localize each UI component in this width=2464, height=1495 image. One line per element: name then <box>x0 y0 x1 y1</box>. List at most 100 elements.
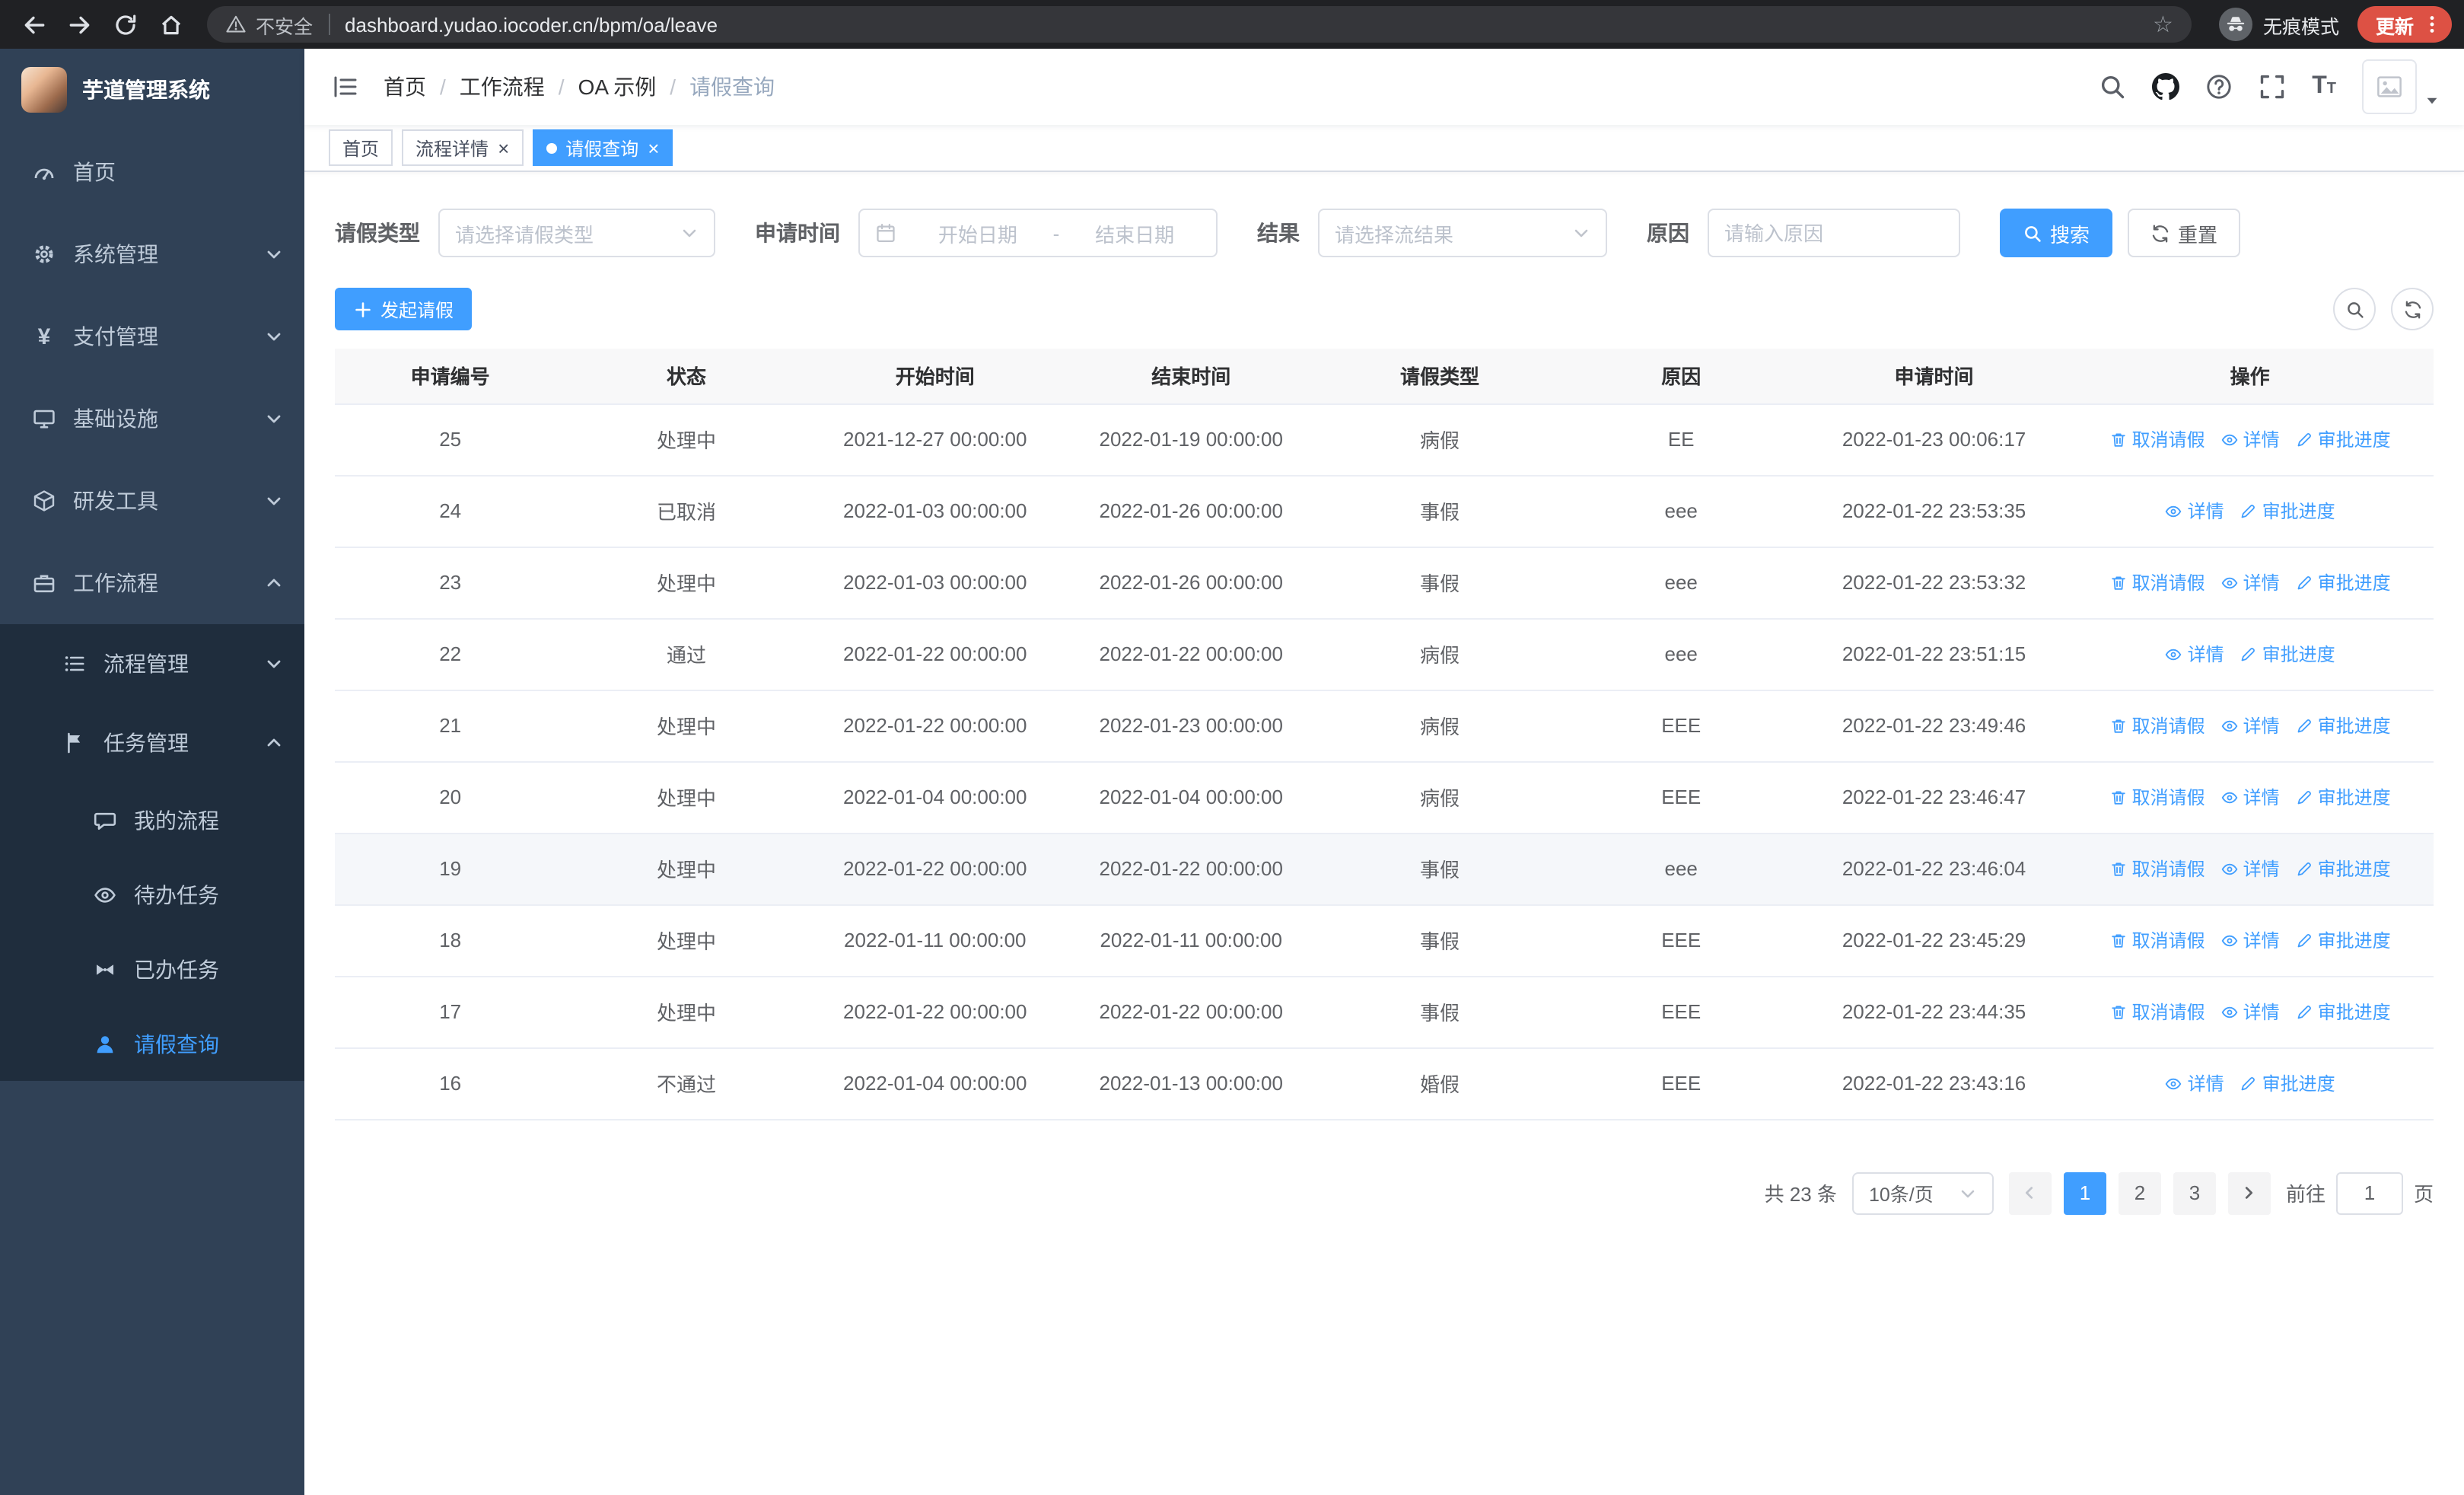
close-tab-icon[interactable]: × <box>498 138 509 158</box>
page-button-3[interactable]: 3 <box>2173 1171 2216 1214</box>
sidebar-item-todo-tasks[interactable]: 待办任务 <box>0 857 304 932</box>
sidebar-item-process-management[interactable]: 流程管理 <box>0 624 304 703</box>
cell-start-time: 2022-01-03 00:00:00 <box>807 547 1063 619</box>
next-page-button[interactable] <box>2227 1171 2271 1214</box>
chevron-down-icon <box>1572 224 1590 242</box>
update-button[interactable]: 更新 <box>2357 6 2452 43</box>
end-date-placeholder[interactable]: 结束日期 <box>1068 218 1201 247</box>
cell-apply-time: 2022-01-22 23:53:35 <box>1801 475 2067 547</box>
detail-label: 详情 <box>2243 572 2280 594</box>
approval-progress-link[interactable]: 审批进度 <box>2295 927 2391 953</box>
collapse-sidebar-icon[interactable] <box>329 70 362 104</box>
fullscreen-icon[interactable] <box>2259 73 2286 100</box>
cell-leave-type: 事假 <box>1319 904 1561 977</box>
refresh-table-button[interactable] <box>2391 288 2434 330</box>
detail-link[interactable]: 详情 <box>2220 426 2280 452</box>
sidebar-item-task-management[interactable]: 任务管理 <box>0 703 304 783</box>
bookmark-star-icon[interactable]: ☆ <box>2144 11 2182 38</box>
tab-home[interactable]: 首页 <box>329 129 393 166</box>
page-button-1[interactable]: 1 <box>2063 1171 2106 1214</box>
cancel-leave-link[interactable]: 取消请假 <box>2109 569 2205 595</box>
reason-input[interactable] <box>1724 222 1944 244</box>
detail-link[interactable]: 详情 <box>2220 856 2280 881</box>
search-icon[interactable] <box>2099 73 2126 100</box>
page-size-select[interactable]: 10条/页 <box>1851 1171 1994 1214</box>
detail-link[interactable]: 详情 <box>2165 498 2224 524</box>
approval-progress-link[interactable]: 审批进度 <box>2295 426 2391 452</box>
detail-link[interactable]: 详情 <box>2165 1070 2224 1096</box>
approval-progress-link[interactable]: 审批进度 <box>2240 498 2335 524</box>
cancel-leave-link[interactable]: 取消请假 <box>2109 927 2205 953</box>
prev-page-button[interactable] <box>2008 1171 2052 1214</box>
chevron-right-icon <box>2246 1187 2253 1199</box>
main-area: 首页 / 工作流程 / OA 示例 / 请假查询 TT 首页 流程详情 × 请假… <box>304 49 2464 1495</box>
cell-start-time: 2022-01-22 00:00:00 <box>807 833 1063 905</box>
avatar[interactable] <box>2362 59 2417 114</box>
approval-progress-link[interactable]: 审批进度 <box>2240 641 2335 667</box>
forward-button[interactable] <box>58 3 100 46</box>
result-select[interactable]: 请选择流结果 <box>1318 209 1607 257</box>
sidebar-item-my-process[interactable]: 我的流程 <box>0 783 304 857</box>
sidebar-menu: 首页 系统管理 ¥ 支付管理 基础设施 研发工具 工作流程 流程管理 任务管理 … <box>0 131 304 1081</box>
approval-progress-label: 审批进度 <box>2317 429 2391 451</box>
github-icon[interactable] <box>2152 73 2180 100</box>
sidebar-item-leave-query[interactable]: 请假查询 <box>0 1006 304 1081</box>
toggle-search-button[interactable] <box>2333 288 2376 330</box>
sidebar-item-devtools[interactable]: 研发工具 <box>0 460 304 542</box>
detail-link[interactable]: 详情 <box>2220 999 2280 1025</box>
sidebar-item-workflow[interactable]: 工作流程 <box>0 542 304 624</box>
sidebar-item-infrastructure[interactable]: 基础设施 <box>0 378 304 460</box>
plus-icon <box>355 301 371 317</box>
cancel-leave-link[interactable]: 取消请假 <box>2109 712 2205 738</box>
cell-status: 处理中 <box>565 547 807 619</box>
breadcrumb-item[interactable]: 工作流程 <box>460 72 545 102</box>
font-size-icon[interactable]: TT <box>2312 74 2336 99</box>
leave-type-select[interactable]: 请选择请假类型 <box>438 209 715 257</box>
cancel-leave-label: 取消请假 <box>2131 716 2205 737</box>
cell-apply-id: 24 <box>335 475 566 547</box>
approval-progress-link[interactable]: 审批进度 <box>2240 1070 2335 1096</box>
back-button[interactable] <box>12 3 55 46</box>
eye-icon <box>2221 862 2237 875</box>
start-date-placeholder[interactable]: 开始日期 <box>912 218 1044 247</box>
reset-button[interactable]: 重置 <box>2128 209 2241 257</box>
reload-button[interactable] <box>103 3 146 46</box>
tab-leave-query[interactable]: 请假查询 × <box>532 129 673 166</box>
apply-time-range-picker[interactable]: 开始日期 - 结束日期 <box>858 209 1218 257</box>
detail-link[interactable]: 详情 <box>2165 641 2224 667</box>
detail-link[interactable]: 详情 <box>2220 784 2280 810</box>
approval-progress-link[interactable]: 审批进度 <box>2295 856 2391 881</box>
breadcrumb-item[interactable]: 首页 <box>384 72 426 102</box>
goto-page-input[interactable] <box>2335 1171 2403 1214</box>
approval-progress-link[interactable]: 审批进度 <box>2295 784 2391 810</box>
cell-apply-id: 17 <box>335 976 566 1048</box>
detail-link[interactable]: 详情 <box>2220 569 2280 595</box>
approval-progress-link[interactable]: 审批进度 <box>2295 999 2391 1025</box>
breadcrumb-item[interactable]: OA 示例 <box>578 72 657 102</box>
sidebar-item-payment[interactable]: ¥ 支付管理 <box>0 295 304 378</box>
home-button[interactable] <box>149 3 192 46</box>
create-leave-button[interactable]: 发起请假 <box>335 288 473 330</box>
cancel-leave-link[interactable]: 取消请假 <box>2109 856 2205 881</box>
user-menu[interactable] <box>2362 59 2440 114</box>
sidebar-item-done-tasks[interactable]: 已办任务 <box>0 932 304 1006</box>
cell-reason: eee <box>1560 547 1802 619</box>
app-logo[interactable]: 芋道管理系统 <box>0 49 304 131</box>
sidebar-item-home[interactable]: 首页 <box>0 131 304 213</box>
address-bar[interactable]: 不安全 dashboard.yudao.iocoder.cn/bpm/oa/le… <box>207 6 2192 43</box>
cancel-leave-link[interactable]: 取消请假 <box>2109 999 2205 1025</box>
refresh-icon <box>2404 300 2421 318</box>
cancel-leave-link[interactable]: 取消请假 <box>2109 784 2205 810</box>
detail-link[interactable]: 详情 <box>2220 712 2280 738</box>
page-button-2[interactable]: 2 <box>2118 1171 2161 1214</box>
search-button[interactable]: 搜索 <box>2000 209 2113 257</box>
detail-link[interactable]: 详情 <box>2220 927 2280 953</box>
tab-process-detail[interactable]: 流程详情 × <box>402 129 524 166</box>
close-tab-icon[interactable]: × <box>648 138 659 158</box>
approval-progress-link[interactable]: 审批进度 <box>2295 712 2391 738</box>
sidebar-item-system[interactable]: 系统管理 <box>0 213 304 295</box>
menu-dots-icon[interactable] <box>2421 14 2443 35</box>
approval-progress-link[interactable]: 审批进度 <box>2295 569 2391 595</box>
cancel-leave-link[interactable]: 取消请假 <box>2109 426 2205 452</box>
help-icon[interactable] <box>2205 73 2233 100</box>
